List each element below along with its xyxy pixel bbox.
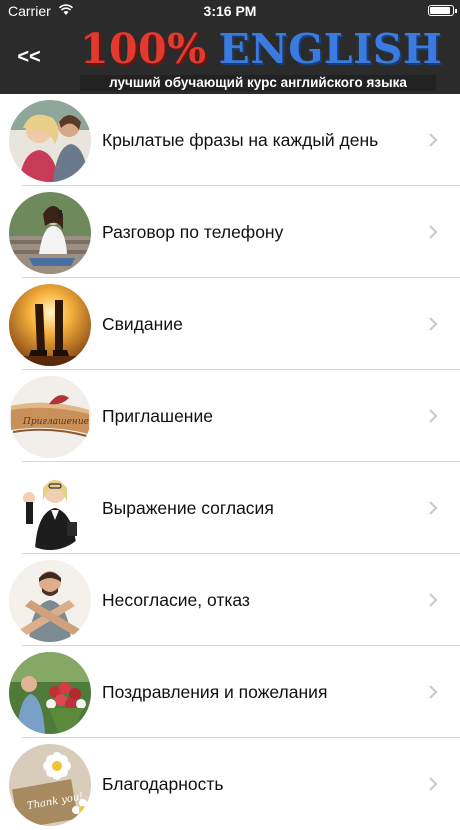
logo-percent-text: 100% bbox=[80, 25, 207, 73]
chevron-right-icon bbox=[429, 409, 438, 423]
tagline: лучший обучающий курс английского языка bbox=[80, 75, 436, 91]
app-header: << 100% ENGLISH лучший обучающий курс анг… bbox=[0, 22, 460, 94]
chevron-right-icon bbox=[429, 317, 438, 331]
phone-call-photo-icon bbox=[9, 192, 91, 274]
list-item[interactable]: Разговор по телефону bbox=[0, 186, 460, 278]
list-item[interactable]: Свидание bbox=[0, 278, 460, 370]
chevron-right-icon bbox=[429, 133, 438, 147]
chevron-right-icon bbox=[429, 777, 438, 791]
list-item-label: Приглашение bbox=[102, 406, 213, 426]
list-item[interactable]: Поздравления и пожелания bbox=[0, 646, 460, 738]
list-item-label: Разговор по телефону bbox=[102, 222, 284, 242]
chevron-right-icon bbox=[429, 593, 438, 607]
list-item[interactable]: Крылатые фразы на каждый день bbox=[0, 94, 460, 186]
list-item-label: Благодарность bbox=[102, 774, 224, 794]
chevron-right-icon bbox=[429, 225, 438, 239]
list-item[interactable]: Thank you! Благодарность bbox=[0, 738, 460, 830]
flowers-congrats-photo-icon bbox=[9, 652, 91, 734]
list-item[interactable]: Выражение согласия bbox=[0, 462, 460, 554]
list-item-label: Свидание bbox=[102, 314, 183, 334]
list-item-label: Крылатые фразы на каждый день bbox=[102, 130, 379, 150]
list-item[interactable]: Несогласие, отказ bbox=[0, 554, 460, 646]
clock-label: 3:16 PM bbox=[203, 3, 257, 19]
topic-list: Крылатые фразы на каждый день Разговор п… bbox=[0, 94, 460, 830]
invitation-card-photo-icon: Приглашение bbox=[9, 376, 91, 458]
crossed-arms-photo-icon bbox=[9, 560, 91, 642]
list-item-label: Поздравления и пожелания bbox=[102, 682, 328, 702]
list-item-label: Выражение согласия bbox=[102, 498, 274, 518]
app-logo: 100% ENGLISH bbox=[80, 24, 442, 74]
chevron-right-icon bbox=[429, 501, 438, 515]
ok-gesture-photo-icon bbox=[9, 468, 91, 550]
status-bar: Carrier 3:16 PM bbox=[0, 0, 460, 22]
list-item-label: Несогласие, отказ bbox=[102, 590, 250, 610]
battery-icon bbox=[428, 5, 457, 16]
list-item[interactable]: Приглашение Приглашение bbox=[0, 370, 460, 462]
logo-english-text: ENGLISH bbox=[218, 25, 443, 73]
thank-you-card-photo-icon: Thank you! bbox=[9, 744, 91, 826]
date-sunset-photo-icon bbox=[9, 284, 91, 366]
back-button[interactable]: << bbox=[14, 42, 44, 72]
laughing-friends-photo-icon bbox=[9, 100, 91, 182]
chevron-right-icon bbox=[429, 685, 438, 699]
svg-text:Приглашение: Приглашение bbox=[22, 417, 89, 427]
